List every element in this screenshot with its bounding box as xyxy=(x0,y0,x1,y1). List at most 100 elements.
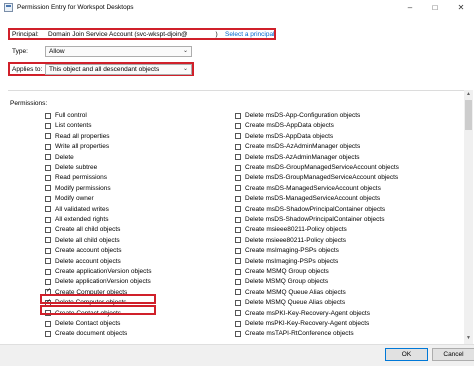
permission-item[interactable]: Create MSMQ Queue Alias objects xyxy=(235,288,346,297)
permission-checkbox[interactable] xyxy=(45,320,51,327)
permission-checkbox[interactable] xyxy=(45,112,51,119)
permission-checkbox[interactable] xyxy=(235,278,241,285)
permission-label: Write all properties xyxy=(55,143,110,151)
permission-checkbox[interactable] xyxy=(235,299,241,306)
select-principal-link[interactable]: Select a principal xyxy=(225,31,275,38)
permission-item[interactable]: Create msDS-AzAdminManager objects xyxy=(235,142,360,151)
permission-checkbox[interactable] xyxy=(235,330,241,337)
permission-item[interactable]: Delete msDS-GroupManagedServiceAccount o… xyxy=(235,173,398,182)
type-dropdown[interactable]: Allow ⌄ xyxy=(45,46,192,57)
permission-item[interactable]: Delete subtree xyxy=(45,163,97,172)
permission-checkbox[interactable] xyxy=(45,164,51,171)
permission-item[interactable]: Create msDS-AppData objects xyxy=(235,121,334,130)
permission-item[interactable]: Create MSMQ Group objects xyxy=(235,267,329,276)
permission-item[interactable]: Delete msDS-ManagedServiceAccount object… xyxy=(235,194,380,203)
permission-item[interactable]: Delete account objects xyxy=(45,257,121,266)
permission-checkbox[interactable] xyxy=(45,154,51,161)
permission-item[interactable]: Delete all child objects xyxy=(45,236,120,245)
permission-item[interactable]: Full control xyxy=(45,111,87,120)
permission-checkbox[interactable] xyxy=(45,133,51,140)
scroll-up-icon[interactable]: ▲ xyxy=(464,90,473,98)
permission-item[interactable]: Create account objects xyxy=(45,246,121,255)
permission-checkbox[interactable] xyxy=(45,185,51,192)
permission-checkbox[interactable] xyxy=(235,258,241,265)
permission-checkbox[interactable] xyxy=(235,154,241,161)
permission-checkbox[interactable] xyxy=(235,185,241,192)
permission-checkbox[interactable] xyxy=(45,278,51,285)
permission-checkbox[interactable] xyxy=(45,237,51,244)
permission-checkbox[interactable] xyxy=(45,247,51,254)
permission-label: All extended rights xyxy=(55,216,109,223)
permission-item[interactable]: Delete msImaging-PSPs objects xyxy=(235,257,338,266)
permission-item[interactable]: Create applicationVersion objects xyxy=(45,267,151,276)
permission-checkbox[interactable] xyxy=(235,133,241,140)
permission-checkbox[interactable] xyxy=(235,310,241,317)
maximize-icon[interactable]: □ xyxy=(423,0,447,14)
permission-checkbox[interactable] xyxy=(45,206,51,213)
permissions-label: Permissions: xyxy=(10,100,48,107)
permission-checkbox[interactable] xyxy=(45,122,51,129)
permission-item[interactable]: Create msieee80211-Policy objects xyxy=(235,225,347,234)
permission-item[interactable]: Delete msDS-App-Configuration objects xyxy=(235,111,360,120)
permission-checkbox[interactable] xyxy=(45,174,51,181)
permission-checkbox[interactable] xyxy=(235,268,241,275)
applies-to-label: Applies to: xyxy=(12,66,43,73)
minimize-icon[interactable]: – xyxy=(398,0,422,14)
permission-item[interactable]: Delete xyxy=(45,153,74,162)
permission-checkbox[interactable] xyxy=(45,330,51,337)
close-icon[interactable]: ✕ xyxy=(449,0,473,14)
permission-checkbox[interactable] xyxy=(45,195,51,202)
permission-item[interactable]: Create msPKI-Key-Recovery-Agent objects xyxy=(235,309,370,318)
permission-checkbox[interactable] xyxy=(235,226,241,233)
cancel-button[interactable]: Cancel xyxy=(432,348,474,361)
permission-label: Create msieee80211-Policy objects xyxy=(245,226,347,234)
permission-checkbox[interactable] xyxy=(235,164,241,171)
applies-to-dropdown[interactable]: This object and all descendant objects ⌄ xyxy=(45,64,192,75)
permission-item[interactable]: Delete Contact objects xyxy=(45,319,120,328)
permission-checkbox[interactable] xyxy=(235,143,241,150)
permission-item[interactable]: Modify permissions xyxy=(45,184,111,193)
permission-item[interactable]: Delete MSMQ Queue Alias objects xyxy=(235,298,345,307)
permission-item[interactable]: Delete MSMQ Group objects xyxy=(235,277,328,286)
permission-checkbox[interactable] xyxy=(235,289,241,296)
permission-item[interactable]: Create msDS-ManagedServiceAccount object… xyxy=(235,184,381,193)
permission-checkbox[interactable] xyxy=(45,258,51,265)
permission-item[interactable]: Create msDS-GroupManagedServiceAccount o… xyxy=(235,163,399,172)
permission-label: Create msPKI-Key-Recovery-Agent objects xyxy=(245,309,370,317)
ok-button[interactable]: OK xyxy=(385,348,428,361)
permission-item[interactable]: Delete applicationVersion objects xyxy=(45,277,151,286)
permission-item[interactable]: Delete msDS-AzAdminManager objects xyxy=(235,153,360,162)
permission-item[interactable]: Create msImaging-PSPs objects xyxy=(235,246,339,255)
permission-item[interactable]: Create msTAPI-RtConference objects xyxy=(235,329,354,338)
permission-item[interactable]: Create all child objects xyxy=(45,225,120,234)
permission-item[interactable]: Delete msPKI-Key-Recovery-Agent objects xyxy=(235,319,369,328)
scroll-down-icon[interactable]: ▼ xyxy=(464,334,473,342)
permission-item[interactable]: Create msDS-ShadowPrincipalContainer obj… xyxy=(235,205,385,214)
permission-item[interactable]: All validated writes xyxy=(45,205,109,214)
permission-item[interactable]: Read permissions xyxy=(45,173,107,182)
permission-item[interactable]: All extended rights xyxy=(45,215,108,224)
permission-checkbox[interactable] xyxy=(235,195,241,202)
permission-checkbox[interactable] xyxy=(235,216,241,223)
permission-item[interactable]: Delete msDS-ShadowPrincipalContainer obj… xyxy=(235,215,384,224)
permission-item[interactable]: Modify owner xyxy=(45,194,94,203)
permission-checkbox[interactable] xyxy=(45,226,51,233)
permission-checkbox[interactable] xyxy=(45,268,51,275)
permission-item[interactable]: Delete msDS-AppData objects xyxy=(235,132,333,141)
permission-checkbox[interactable] xyxy=(235,122,241,129)
permission-item[interactable]: List contents xyxy=(45,121,92,130)
permission-checkbox[interactable] xyxy=(45,216,51,223)
permission-checkbox[interactable] xyxy=(235,237,241,244)
permission-item[interactable]: Delete msieee80211-Policy objects xyxy=(235,236,346,245)
permission-item[interactable]: Write all properties xyxy=(45,142,109,151)
scroll-thumb[interactable] xyxy=(465,100,472,130)
permission-checkbox[interactable] xyxy=(235,112,241,119)
scrollbar[interactable]: ▲ ▼ xyxy=(464,90,473,350)
permission-checkbox[interactable] xyxy=(235,247,241,254)
permission-item[interactable]: Read all properties xyxy=(45,132,110,141)
permission-checkbox[interactable] xyxy=(235,320,241,327)
permission-item[interactable]: Create document objects xyxy=(45,329,127,338)
permission-checkbox[interactable] xyxy=(45,143,51,150)
permission-checkbox[interactable] xyxy=(235,174,241,181)
permission-checkbox[interactable] xyxy=(235,206,241,213)
